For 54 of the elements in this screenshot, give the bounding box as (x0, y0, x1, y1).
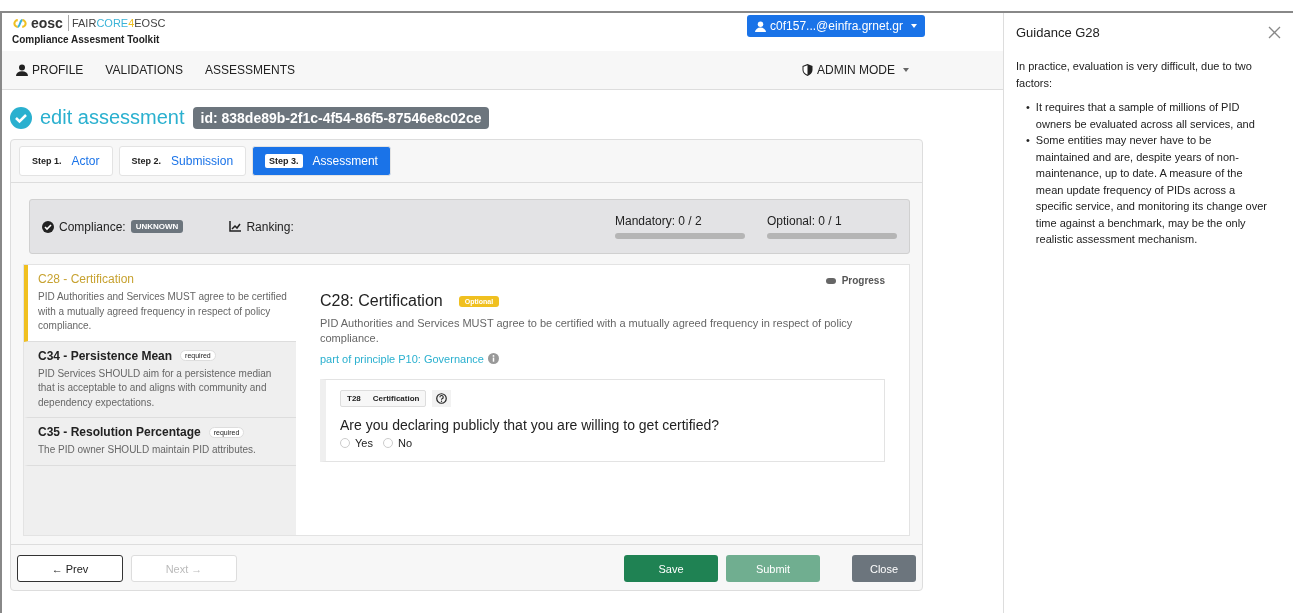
progress-pill-icon (825, 277, 836, 284)
bullet-marker: • (1026, 133, 1030, 148)
nav-link[interactable]: VALIDATIONS (105, 63, 183, 77)
compliance-label: Compliance: (59, 219, 126, 234)
footer-button[interactable]: ← Prev (17, 555, 123, 582)
question-text: Are you declaring publicly that you are willing to get certified? (340, 416, 720, 433)
guidance-text: In practice, evaluation is very difficult, due to two factors: (1016, 59, 1253, 91)
step-tab[interactable]: Step 2. Submission (118, 146, 247, 176)
app-title: Compliance Assesment Toolkit (12, 34, 161, 45)
check-circle-icon (10, 106, 32, 129)
page-title: edit assessment (40, 106, 185, 129)
step-tab[interactable]: Step 1. Actor (19, 146, 113, 176)
criterion-item[interactable]: C28 - Certification PID Authorities and Services MUST agree to be certified with a mutually agreed frequency in respect of policy compliance. (24, 265, 296, 342)
info-icon (487, 353, 499, 365)
bullet-marker: • (1026, 100, 1030, 115)
user-icon (755, 20, 767, 32)
user-icon (16, 64, 28, 76)
progress-label: Progress (841, 275, 885, 286)
criterion-description: PID Authorities and Services MUST agree to be certified with a mutually agreed frequency in respect of policy compliance. (320, 316, 854, 347)
footer-button[interactable]: Save (624, 555, 718, 582)
logo-text: eosc (31, 15, 69, 31)
ranking-label: Ranking: (246, 219, 294, 234)
shield-icon (802, 64, 813, 76)
guidance-bullet: It requires that a sample of millions of PID owners be evaluated across all services, and (1035, 100, 1256, 132)
help-icon[interactable] (432, 389, 452, 407)
id-badge: id: 838de89b-2f1c-4f54-86f5-87546e8c02ce (192, 106, 490, 129)
meter-label: Optional: 0 / 1 (767, 214, 843, 228)
logo-icon (12, 18, 28, 28)
user-menu-button[interactable]: c0f157...@einfra.grnet.gr (747, 15, 925, 37)
chart-icon (229, 221, 242, 232)
caret-icon (911, 24, 917, 28)
criterion-title: C35 - Resolution Percentage (38, 425, 201, 439)
test-tag: T28 Certification (340, 389, 427, 407)
criterion-title: C28 - Certification (38, 272, 135, 286)
meter-label: Mandatory: 0 / 2 (615, 214, 703, 228)
criterion-title: C34 - Persistence Mean (38, 348, 173, 363)
footer-button[interactable]: Close (852, 555, 916, 582)
nav-link[interactable]: PROFILE (16, 63, 84, 77)
criterion-description: PID Authorities and Services MUST agree to be certified with a mutually agreed frequency in respect of policy compliance. (38, 290, 288, 333)
criterion-description: The PID owner SHOULD maintain PID attributes. (38, 443, 257, 457)
status-badge: UNKNOWN (130, 220, 184, 233)
step-tab[interactable]: Step 3. Assessment (252, 146, 391, 176)
guidance-title: Guidance G28 (1016, 25, 1100, 40)
guidance-bullet: Some entities may never have to be maintained and are, despite years of non-maintenance, up to date. A measure of the mean update frequency of PIDs across a specific service, and monitoring its change over time against a benchmark, may be the only realistic assessment mechanism. (1035, 133, 1267, 247)
criterion-heading: C28: Certification (320, 292, 443, 310)
caret-icon (903, 68, 909, 72)
close-icon[interactable] (1268, 26, 1281, 39)
admin-mode-menu[interactable]: ADMIN MODE (802, 63, 909, 77)
partner-logo: FAIRCORE4EOSC (71, 17, 166, 29)
radio-option[interactable]: Yes (340, 436, 373, 449)
criterion-description: PID Services SHOULD aim for a persistence median that is acceptable to and aligns with community and dependency expectations. (38, 366, 273, 410)
check-circle-icon (42, 220, 54, 233)
radio-option[interactable]: No (382, 436, 412, 449)
nav-link[interactable]: ASSESSMENTS (204, 63, 295, 77)
